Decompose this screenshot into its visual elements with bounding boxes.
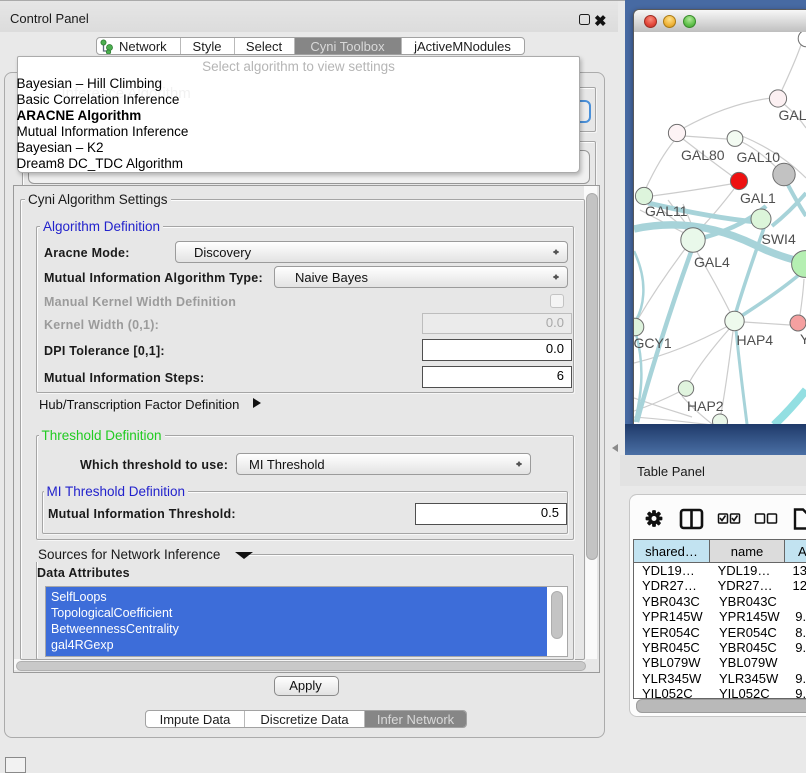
svg-text:SWI4: SWI4: [762, 231, 796, 247]
svg-text:GAL4: GAL4: [694, 254, 730, 270]
svg-text:GCY1: GCY1: [634, 335, 672, 351]
svg-text:GAL1: GAL1: [740, 190, 776, 206]
svg-text:GAL10: GAL10: [737, 149, 781, 165]
svg-text:HAP4: HAP4: [737, 332, 774, 348]
svg-text:GAL7: GAL7: [779, 107, 806, 123]
svg-text:GAL11: GAL11: [645, 203, 688, 219]
svg-text:Y: Y: [800, 331, 806, 347]
svg-text:GAL80: GAL80: [681, 147, 725, 163]
svg-text:HAP2: HAP2: [687, 398, 724, 414]
